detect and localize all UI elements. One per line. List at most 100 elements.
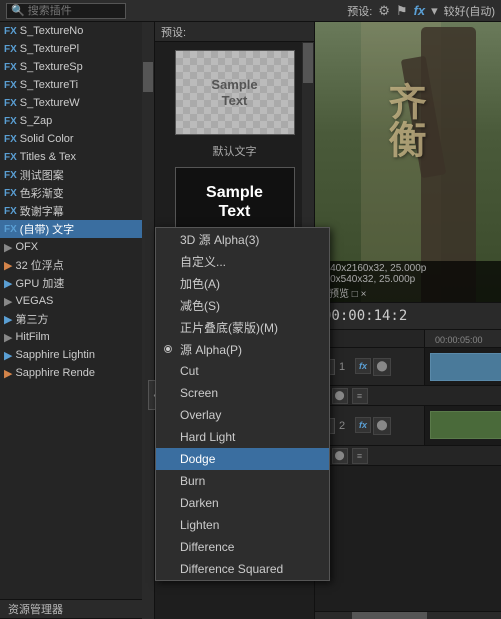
plugin-item-8[interactable]: FX测试图案 bbox=[0, 166, 154, 184]
fx-badge: FX bbox=[4, 116, 17, 127]
context-menu-item-0[interactable]: 3D 源 Alpha(3) bbox=[156, 228, 329, 250]
plugin-label: VEGAS bbox=[15, 295, 53, 307]
context-menu-item-15[interactable]: Difference Squared bbox=[156, 558, 329, 580]
preset-thumb-1-text: SampleText bbox=[211, 77, 257, 108]
track-2-area[interactable] bbox=[425, 406, 501, 445]
fx-row-2: fx ⬤ ≡ bbox=[315, 446, 501, 466]
plugin-label: 32 位浮点 bbox=[15, 257, 63, 273]
radio-dot bbox=[164, 345, 172, 353]
fx-btn-2a[interactable]: ⬤ bbox=[332, 448, 348, 464]
presets-scroll-thumb[interactable] bbox=[303, 43, 313, 83]
context-menu-item-13[interactable]: Lighten bbox=[156, 514, 329, 536]
menu-item-label: Lighten bbox=[180, 518, 219, 532]
timeline-ruler: 00:00:05:00 bbox=[315, 330, 501, 348]
context-menu-item-11[interactable]: Burn bbox=[156, 470, 329, 492]
fx-row-1-controls: ⬤ ≡ bbox=[332, 388, 368, 404]
track-1-controls: ≡ 1 fx ⬤ bbox=[315, 348, 425, 385]
context-menu-item-9[interactable]: Hard Light bbox=[156, 426, 329, 448]
fx-badge: FX bbox=[4, 188, 17, 199]
search-box[interactable]: 🔍 bbox=[6, 3, 126, 19]
left-panel-scroll-thumb[interactable] bbox=[143, 62, 153, 92]
timecode-display: 00:00:14:2 bbox=[323, 308, 407, 324]
context-menu-item-14[interactable]: Difference bbox=[156, 536, 329, 558]
plugin-item-0[interactable]: FXS_TextureNo bbox=[0, 22, 154, 40]
plugin-item-11[interactable]: FX(自带) 文字 bbox=[0, 220, 154, 238]
fx-badge: FX bbox=[4, 26, 17, 37]
preview-info-line2: 960x540x32, 25.000p bbox=[319, 274, 497, 285]
fx-badge: FX bbox=[4, 44, 17, 55]
menu-item-label: 自定义... bbox=[180, 253, 226, 270]
plugin-item-5[interactable]: FXS_Zap bbox=[0, 112, 154, 130]
plugin-item-12[interactable]: ▶OFX bbox=[0, 238, 154, 256]
track-2-icon-a[interactable]: ⬤ bbox=[373, 417, 391, 435]
track-1-area[interactable] bbox=[425, 348, 501, 385]
plugin-list: FXS_TextureNoFXS_TexturePlFXS_TextureSpF… bbox=[0, 22, 154, 382]
left-panel-scrollbar[interactable] bbox=[142, 22, 154, 619]
flag-icon[interactable]: ⚑ bbox=[396, 3, 408, 19]
context-menu-item-10[interactable]: Dodge bbox=[156, 448, 329, 470]
settings-icon[interactable]: ⚙ bbox=[378, 3, 390, 19]
auto-label: 较好(自动) bbox=[444, 3, 495, 19]
plugin-item-7[interactable]: FXTitles & Tex bbox=[0, 148, 154, 166]
track-2-fx-btn[interactable]: fx bbox=[355, 417, 371, 433]
plugin-item-16[interactable]: ▶第三方 bbox=[0, 310, 154, 328]
fx-badge: FX bbox=[4, 206, 17, 217]
track-2-icons: fx ⬤ bbox=[355, 417, 391, 435]
plugin-item-1[interactable]: FXS_TexturePl bbox=[0, 40, 154, 58]
plugin-item-18[interactable]: ▶Sapphire Lightin bbox=[0, 346, 154, 364]
fx-icon[interactable]: fx bbox=[414, 3, 426, 18]
plugin-item-4[interactable]: FXS_TextureW bbox=[0, 94, 154, 112]
plugin-label: S_TexturePl bbox=[20, 43, 79, 55]
plugin-item-3[interactable]: FXS_TextureTi bbox=[0, 76, 154, 94]
plugin-label: 第三方 bbox=[15, 311, 48, 327]
menu-item-label: Burn bbox=[180, 474, 205, 488]
context-menu-item-5[interactable]: 源 Alpha(P) bbox=[156, 338, 329, 360]
plugin-item-9[interactable]: FX色彩渐变 bbox=[0, 184, 154, 202]
plugin-label: 测试图案 bbox=[20, 167, 64, 183]
preset-panel: 预设: SampleText 默认文字 SampleText 3D 源 Alph… bbox=[155, 22, 315, 619]
plugin-item-10[interactable]: FX致谢字幕 bbox=[0, 202, 154, 220]
track-1-clip[interactable] bbox=[430, 353, 501, 381]
timeline-scroll-thumb[interactable] bbox=[352, 612, 426, 619]
fx-btn-2b[interactable]: ≡ bbox=[352, 448, 368, 464]
context-menu-item-4[interactable]: 正片叠底(蒙版)(M) bbox=[156, 316, 329, 338]
plugin-label: GPU 加速 bbox=[15, 275, 64, 291]
plugin-item-19[interactable]: ▶Sapphire Rende bbox=[0, 364, 154, 382]
fx-btn-1a[interactable]: ⬤ bbox=[332, 388, 348, 404]
plugin-item-13[interactable]: ▶32 位浮点 bbox=[0, 256, 154, 274]
presets-scrollbar[interactable] bbox=[302, 42, 314, 242]
folder-icon: ▶ bbox=[4, 259, 12, 272]
preset-thumb-1-label: 默认文字 bbox=[163, 143, 306, 159]
fx-btn-1b[interactable]: ≡ bbox=[352, 388, 368, 404]
folder-icon: ▶ bbox=[4, 331, 12, 344]
plugin-item-2[interactable]: FXS_TextureSp bbox=[0, 58, 154, 76]
fx-row-2-controls: ⬤ ≡ bbox=[332, 448, 368, 464]
arrow-icon[interactable]: ▾ bbox=[431, 3, 438, 19]
fx-badge: FX bbox=[4, 80, 17, 91]
timeline-scrollbar[interactable] bbox=[315, 611, 501, 619]
context-menu-item-3[interactable]: 减色(S) bbox=[156, 294, 329, 316]
plugin-item-14[interactable]: ▶GPU 加速 bbox=[0, 274, 154, 292]
search-input[interactable] bbox=[28, 5, 121, 17]
preset-thumb-1[interactable]: SampleText bbox=[175, 50, 295, 135]
track-2-clip[interactable] bbox=[430, 411, 501, 439]
context-menu-item-6[interactable]: Cut bbox=[156, 360, 329, 382]
menu-item-label: Overlay bbox=[180, 408, 221, 422]
track-1-icon-a[interactable]: ⬤ bbox=[373, 358, 391, 376]
plugin-label: S_TextureSp bbox=[20, 61, 83, 73]
context-menu-item-2[interactable]: 加色(A) bbox=[156, 272, 329, 294]
menu-item-label: 3D 源 Alpha(3) bbox=[180, 231, 259, 248]
toolbar-icons: 预设: ⚙ ⚑ fx ▾ 较好(自动) bbox=[347, 3, 495, 19]
context-menu-item-7[interactable]: Screen bbox=[156, 382, 329, 404]
track-1-fx-btn[interactable]: fx bbox=[355, 358, 371, 374]
fx-badge: FX bbox=[4, 62, 17, 73]
context-menu-item-12[interactable]: Darken bbox=[156, 492, 329, 514]
context-menu-item-8[interactable]: Overlay bbox=[156, 404, 329, 426]
plugin-item-6[interactable]: FXSolid Color bbox=[0, 130, 154, 148]
plugin-label: Solid Color bbox=[20, 133, 74, 145]
plugin-item-17[interactable]: ▶HitFilm bbox=[0, 328, 154, 346]
context-menu-item-1[interactable]: 自定义... bbox=[156, 250, 329, 272]
folder-icon: ▶ bbox=[4, 277, 12, 290]
plugin-label: (自带) 文字 bbox=[20, 221, 74, 237]
plugin-item-15[interactable]: ▶VEGAS bbox=[0, 292, 154, 310]
